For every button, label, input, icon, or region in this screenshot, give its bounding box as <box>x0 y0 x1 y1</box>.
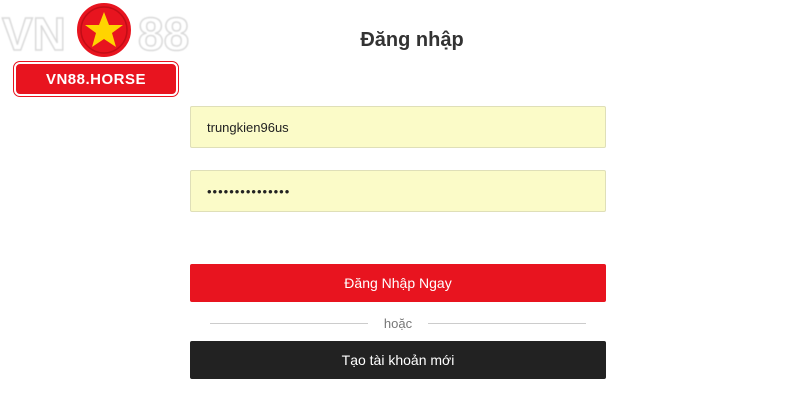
password-input[interactable] <box>190 170 606 212</box>
page-title: Đăng nhập <box>360 29 464 51</box>
logo-badge: VN88.HORSE <box>14 62 178 96</box>
username-input[interactable] <box>190 106 606 148</box>
divider-label: hoặc <box>383 315 413 331</box>
create-account-button[interactable]: Tạo tài khoản mới <box>190 341 606 379</box>
login-button[interactable]: Đăng Nhập Ngay <box>190 264 606 302</box>
divider-line-right <box>428 322 587 324</box>
or-divider: hoặc <box>210 314 587 332</box>
divider-line-left <box>210 322 368 324</box>
